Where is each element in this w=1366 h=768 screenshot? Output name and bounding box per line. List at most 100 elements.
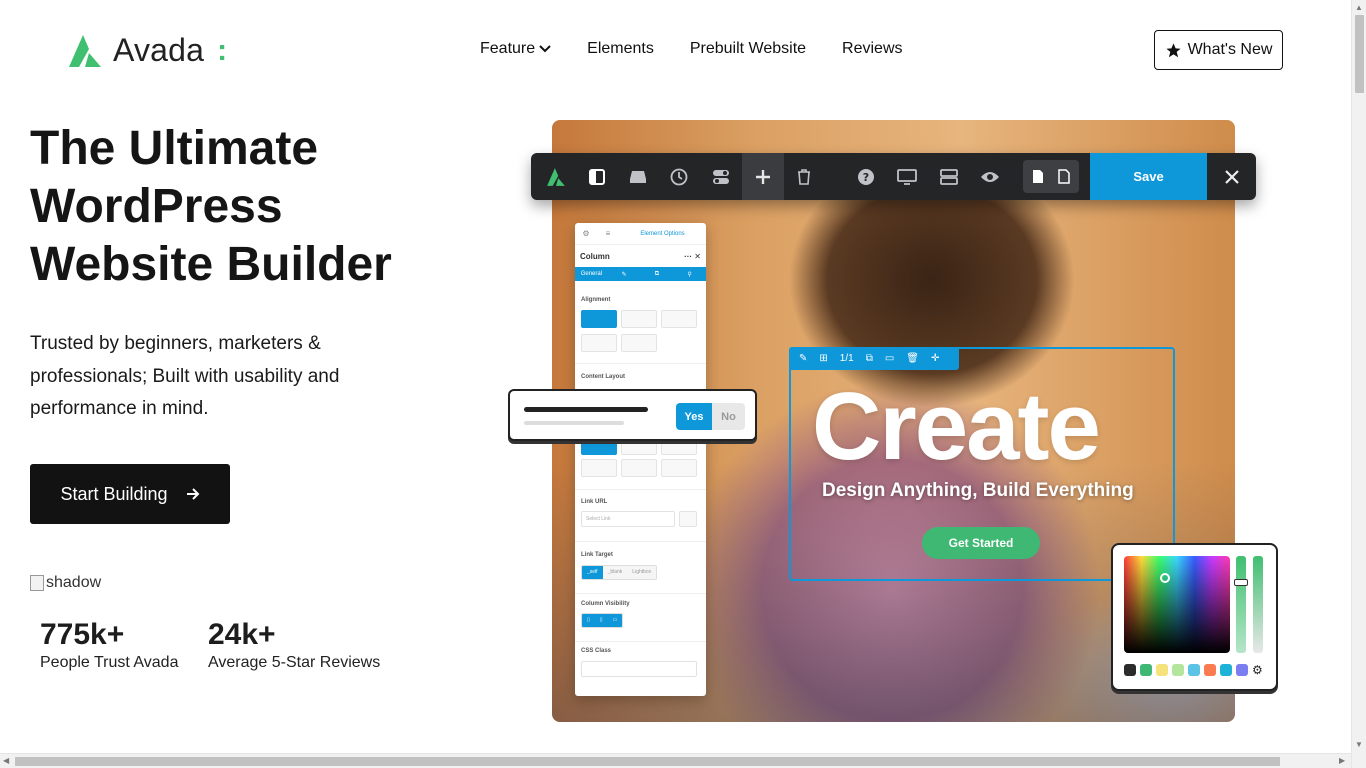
logo-text: Avada — [113, 32, 205, 68]
add-element-icon[interactable] — [742, 153, 784, 200]
horizontal-scroll-thumb[interactable] — [15, 757, 1280, 766]
visibility-selector: ▯ ▯ ▭ — [581, 613, 624, 628]
layout-option[interactable] — [581, 459, 617, 477]
scroll-up-icon[interactable]: ▲ — [1355, 3, 1363, 12]
hero-title: The Ultimate WordPress Website Builder — [30, 122, 392, 291]
rows-layout-icon[interactable] — [928, 153, 970, 200]
toggle-settings-icon[interactable] — [700, 153, 742, 200]
nav-item-prebuilt-website[interactable]: Prebuilt Website — [690, 40, 806, 58]
layout-option[interactable] — [621, 459, 657, 477]
clone-icon[interactable]: ⧉ — [866, 353, 873, 364]
nav-item-reviews[interactable]: Reviews — [842, 40, 902, 58]
toggle-no[interactable]: No — [712, 403, 745, 430]
link-target-lightbox[interactable]: Lightbox — [627, 566, 657, 579]
whats-new-label: What's New — [1187, 41, 1273, 58]
trash-icon[interactable] — [783, 153, 825, 200]
history-icon[interactable] — [658, 153, 700, 200]
alignment-option[interactable] — [581, 334, 617, 352]
copy-icon[interactable]: ⧉ — [641, 271, 674, 278]
shadow-image: shadow — [30, 574, 101, 592]
panel-tabs: ⚙ ≡ Element Options — [575, 223, 706, 245]
move-icon[interactable]: ✛ — [931, 353, 939, 364]
avada-logo-icon — [69, 34, 101, 67]
logo-colon: : — [217, 33, 228, 67]
nav-label: Feature — [480, 40, 536, 57]
brush-icon[interactable]: ✎ — [608, 271, 641, 278]
link-picker-icon[interactable] — [679, 511, 697, 527]
panel-close-icon[interactable]: ··· ✕ — [684, 252, 701, 261]
alignment-option[interactable] — [621, 310, 657, 328]
arrow-right-icon — [186, 488, 199, 500]
get-started-button[interactable]: Get Started — [922, 527, 1040, 559]
avada-toolbar-logo-icon[interactable] — [535, 153, 577, 200]
alignment-option[interactable] — [661, 310, 697, 328]
toggle-card-line — [524, 407, 648, 412]
scroll-left-icon[interactable]: ◀ — [3, 756, 9, 765]
nav-item-feature[interactable]: Feature — [480, 40, 551, 58]
link-target-blank[interactable]: _blank — [602, 566, 628, 579]
hue-slider[interactable] — [1236, 556, 1246, 653]
color-settings-icon[interactable]: ⚙ — [1252, 663, 1263, 677]
gear-icon[interactable]: ⚙ — [575, 229, 597, 238]
color-swatch[interactable] — [1124, 664, 1136, 676]
create-tagline: Design Anything, Build Everything — [822, 480, 1134, 501]
link-target-self[interactable]: _self — [582, 566, 603, 579]
color-swatch[interactable] — [1140, 664, 1152, 676]
link-url-input[interactable]: Select Link — [581, 511, 675, 527]
start-building-button[interactable]: Start Building — [30, 464, 230, 524]
scroll-right-icon[interactable]: ▶ — [1339, 756, 1345, 765]
subtab-general[interactable]: General — [575, 271, 608, 277]
color-swatch[interactable] — [1172, 664, 1184, 676]
builder-toolbar: ? Save — [531, 153, 1256, 200]
desktop-preview-icon[interactable] — [886, 153, 928, 200]
color-swatch[interactable] — [1204, 664, 1216, 676]
edit-icon[interactable]: ✎ — [799, 353, 807, 364]
library-icon[interactable] — [617, 153, 659, 200]
toggle-yes[interactable]: Yes — [676, 403, 712, 430]
close-icon[interactable] — [1207, 153, 1256, 200]
alpha-slider[interactable] — [1253, 556, 1263, 653]
hue-slider-handle[interactable] — [1234, 579, 1248, 586]
nav-label: Elements — [587, 40, 654, 57]
page-outline-icon[interactable] — [1051, 153, 1077, 200]
page-active-icon[interactable] — [1025, 153, 1051, 200]
color-swatch[interactable] — [1156, 664, 1168, 676]
whats-new-button[interactable]: What's New — [1154, 30, 1283, 70]
horizontal-scrollbar[interactable]: ◀ ▶ — [0, 753, 1351, 768]
list-icon[interactable]: ≡ — [597, 229, 619, 238]
eye-preview-icon[interactable] — [969, 153, 1011, 200]
css-class-label: CSS Class — [581, 648, 612, 654]
divider — [575, 541, 706, 542]
element-options-panel: ⚙ ≡ Element Options Column ··· ✕ General… — [575, 223, 706, 696]
sidebar-layout-icon[interactable] — [576, 153, 618, 200]
vertical-scroll-thumb[interactable] — [1355, 15, 1364, 93]
color-gradient-area[interactable] — [1124, 556, 1230, 653]
color-picker-knob[interactable] — [1160, 573, 1170, 583]
scroll-down-icon[interactable]: ▼ — [1355, 740, 1363, 749]
nav-item-elements[interactable]: Elements — [587, 40, 654, 58]
color-swatch[interactable] — [1220, 664, 1232, 676]
vertical-scrollbar[interactable]: ▲ ▼ — [1351, 0, 1366, 768]
alignment-option[interactable] — [621, 334, 657, 352]
link-target-label: Link Target — [581, 552, 613, 558]
css-class-input[interactable] — [581, 661, 697, 677]
stat-label: People Trust Avada — [40, 654, 179, 671]
help-icon[interactable]: ? — [845, 153, 887, 200]
layout-option[interactable] — [661, 459, 697, 477]
desktop-icon[interactable]: ▭ — [607, 614, 623, 627]
alignment-option[interactable] — [581, 310, 617, 328]
save-library-icon[interactable]: ▭ — [885, 353, 894, 364]
mobile-icon[interactable]: ▯ — [582, 614, 595, 627]
color-swatch[interactable] — [1236, 664, 1248, 676]
delete-icon[interactable]: 🗑 — [906, 353, 919, 364]
yes-no-toggle-card: Yes No — [508, 389, 757, 441]
link-icon[interactable]: ⚲ — [673, 271, 706, 278]
tablet-icon[interactable]: ▯ — [594, 614, 608, 627]
tab-element-options[interactable]: Element Options — [619, 231, 706, 237]
color-swatch[interactable] — [1188, 664, 1200, 676]
avada-logo[interactable]: Avada: — [67, 32, 227, 69]
add-column-icon[interactable]: ⊞ — [819, 353, 827, 364]
save-button[interactable]: Save — [1090, 153, 1207, 200]
star-icon — [1165, 42, 1181, 57]
link-target-selector: _self _blank Lightbox — [581, 565, 658, 580]
